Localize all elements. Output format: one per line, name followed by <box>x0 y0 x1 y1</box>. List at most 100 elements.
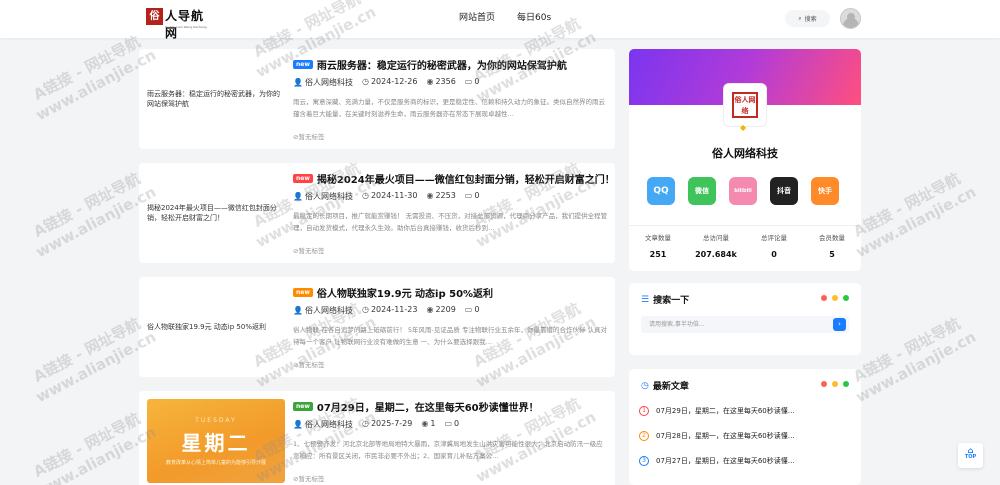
sidebar-search-input[interactable]: 请用搜索,事半功倍... › <box>641 316 849 333</box>
post-tags: ⊘暂无标签 <box>293 247 325 255</box>
user-icon: 👤 <box>293 192 303 201</box>
profile-stats: 文章数量 251 总访问量 207.684k 总评论量 0 会员数量 5 <box>629 225 861 259</box>
user-icon: 👤 <box>293 78 303 87</box>
social-links: QQ 微信 bilibili 抖音 快手 <box>647 177 839 205</box>
eye-icon: ◉ <box>421 419 429 428</box>
new-badge: new <box>293 288 313 297</box>
thumb-caption: 教育改革从心情上简单儿童的为能够引导开展 <box>165 460 266 466</box>
thumb-weekday: 星期二 <box>181 431 251 455</box>
post-meta: 👤 俗人网络科技 ◷ 2024-11-23 ◉ 2209 ▭ 0 <box>293 305 479 316</box>
qq-icon[interactable]: QQ <box>647 177 675 205</box>
post-views: 2253 <box>435 191 456 200</box>
post-thumbnail[interactable]: TUESDAY 星期二 教育改革从心情上简单儿童的为能够引导开展 <box>147 399 285 483</box>
post-thumbnail[interactable]: 雨云服务器：稳定运行的秘密武器，为你的网站保驾护航 <box>147 57 285 141</box>
diamond-icon: ◆ <box>740 123 747 132</box>
window-dots <box>821 381 849 387</box>
post-title-text: 07月29日，星期二，在这里每天60秒读懂世界！ <box>316 403 539 414</box>
post-comments: 0 <box>474 191 480 200</box>
post-views: 2356 <box>435 77 456 86</box>
main-nav: 网站首页 每日60s <box>448 0 562 38</box>
post-author[interactable]: 俗人网络科技 <box>305 420 353 429</box>
nav-home[interactable]: 网站首页 <box>448 0 506 38</box>
top-header: 俗 人导航网 Su Ren Lian Wang Daohang 网站首页 每日6… <box>0 0 1000 40</box>
post-author[interactable]: 俗人网络科技 <box>305 306 353 315</box>
list-item[interactable]: 2 07月28日，星期一，在这里每天60秒读懂… <box>639 428 853 444</box>
post-title[interactable]: new 雨云服务器：稳定运行的秘密武器，为你的网站保驾护航 <box>293 57 609 72</box>
search-icon: ⌕ <box>798 14 802 22</box>
post-card: 揭秘2024年最火项目——微信红包封面分销，轻松开启财富之门！ new 揭秘20… <box>139 163 615 263</box>
profile-name: 俗人网络科技 <box>712 147 778 160</box>
profile-card: 俗人网络 ◆ 俗人网络科技 QQ 微信 bilibili 抖音 快手 文章数量 … <box>629 49 861 271</box>
user-icon: 👤 <box>293 420 303 429</box>
watermark: A链接 - 网址导航 www.alianjie.cn <box>850 169 979 262</box>
dot-red <box>821 295 827 301</box>
comment-icon: ▭ <box>464 305 473 314</box>
post-author[interactable]: 俗人网络科技 <box>305 78 353 87</box>
dot-yellow <box>832 381 838 387</box>
eye-icon: ◉ <box>426 191 434 200</box>
post-meta: 👤 俗人网络科技 ◷ 2025-7-29 ◉ 1 ▭ 0 <box>293 419 459 430</box>
back-to-top-button[interactable]: ⌂ TOP <box>958 443 983 468</box>
eye-icon: ◉ <box>426 305 434 314</box>
post-comments: 0 <box>474 305 480 314</box>
profile-logo[interactable]: 俗人网络 <box>723 83 767 127</box>
nav-daily-60s[interactable]: 每日60s <box>506 0 562 38</box>
thumb-weekday-en: TUESDAY <box>195 417 237 424</box>
post-thumbnail[interactable]: 俗人物联独家19.9元 动态ip 50%返利 <box>147 285 285 369</box>
new-badge: new <box>293 60 313 69</box>
logo-subtitle: Su Ren Lian Wang Daohang <box>165 25 207 29</box>
post-excerpt: 俗人物联-在各自追梦的路上砥砺前行！ 5年风雨-见证品质 专注物联行业五余年，你… <box>293 326 608 346</box>
list-item[interactable]: 3 07月27日，星期日，在这里每天60秒读懂… <box>639 453 853 469</box>
stat-members: 会员数量 5 <box>819 234 845 259</box>
kuaishou-icon[interactable]: 快手 <box>811 177 839 205</box>
bilibili-icon[interactable]: bilibili <box>729 177 757 205</box>
wechat-icon[interactable]: 微信 <box>688 177 716 205</box>
post-excerpt: 最稳定的长期项目，推广就能赏赚钱！ 无需投资、不压货，对接总部货源，代理商分享产… <box>293 212 608 232</box>
site-logo[interactable]: 俗 人导航网 Su Ren Lian Wang Daohang <box>146 8 216 40</box>
latest-widget-title: ◷ 最新文章 <box>641 380 689 393</box>
search-widget-title: ☰ 搜索一下 <box>641 294 690 307</box>
post-title[interactable]: new 俗人物联独家19.9元 动态ip 50%返利 <box>293 285 609 300</box>
post-title[interactable]: new 揭秘2024年最火项目——微信红包封面分销，轻松开启财富之门！ <box>293 171 609 186</box>
new-badge: new <box>293 174 313 183</box>
post-author[interactable]: 俗人网络科技 <box>305 192 353 201</box>
post-thumbnail[interactable]: 揭秘2024年最火项目——微信红包封面分销，轻松开启财富之门！ <box>147 171 285 255</box>
watermark: A链接 - 网址导航 www.alianjie.cn <box>850 314 979 407</box>
post-views: 1 <box>430 419 436 428</box>
user-avatar[interactable] <box>840 8 861 29</box>
stat-comments: 总评论量 0 <box>761 234 787 259</box>
list-icon: ☰ <box>641 294 650 305</box>
search-label: 搜索 <box>804 16 817 23</box>
post-card: 俗人物联独家19.9元 动态ip 50%返利 new 俗人物联独家19.9元 动… <box>139 277 615 377</box>
post-tags: ⊘暂无标签 <box>293 133 325 141</box>
header-search-button[interactable]: ⌕ 搜索 <box>785 10 830 27</box>
post-tags: ⊘暂无标签 <box>293 361 325 369</box>
post-views: 2209 <box>435 305 456 314</box>
eye-icon: ◉ <box>426 77 434 86</box>
latest-posts-list: 1 07月29日，星期二，在这里每天60秒读懂… 2 07月28日，星期一，在这… <box>639 403 853 469</box>
new-badge: new <box>293 402 313 411</box>
post-date: 2024-12-26 <box>370 77 418 86</box>
post-excerpt: 雨云，寓意深藏、充满力量，不仅是服务商的标识，更是稳定性、信赖和持久动力的象征。… <box>293 98 605 118</box>
stat-visits: 总访问量 207.684k <box>695 234 737 259</box>
sidebar-search-submit[interactable]: › <box>833 318 846 331</box>
dot-red <box>821 381 827 387</box>
post-title[interactable]: new 07月29日，星期二，在这里每天60秒读懂世界！ <box>293 399 609 414</box>
dot-green <box>843 295 849 301</box>
comment-icon: ▭ <box>464 191 473 200</box>
dot-green <box>843 381 849 387</box>
post-date: 2024-11-23 <box>370 305 418 314</box>
post-date: 2025-7-29 <box>370 419 413 428</box>
user-icon: 👤 <box>293 306 303 315</box>
list-item[interactable]: 1 07月29日，星期二，在这里每天60秒读懂… <box>639 403 853 419</box>
dot-yellow <box>832 295 838 301</box>
window-dots <box>821 295 849 301</box>
post-title-text: 揭秘2024年最火项目——微信红包封面分销，轻松开启财富之门！ <box>316 175 609 186</box>
post-title-text: 俗人物联独家19.9元 动态ip 50%返利 <box>316 289 494 300</box>
post-title-text: 雨云服务器：稳定运行的秘密武器，为你的网站保驾护航 <box>316 61 567 72</box>
douyin-icon[interactable]: 抖音 <box>770 177 798 205</box>
post-date: 2024-11-30 <box>370 191 418 200</box>
profile-logo-mark: 俗人网络 <box>732 92 758 118</box>
clock-list-icon: ◷ <box>641 380 649 391</box>
clock-icon: ◷ <box>361 305 369 314</box>
